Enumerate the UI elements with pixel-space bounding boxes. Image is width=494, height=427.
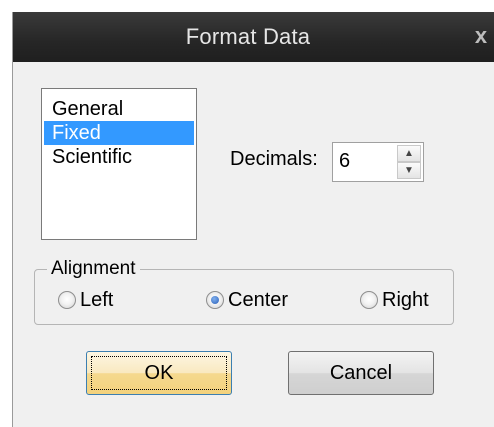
cancel-button[interactable]: Cancel (288, 351, 434, 395)
close-icon[interactable]: x (469, 22, 493, 50)
radio-center[interactable]: Center (206, 288, 288, 312)
title-bar[interactable]: Format Data x (13, 12, 494, 62)
list-item-fixed[interactable]: Fixed (44, 121, 194, 145)
radio-left[interactable]: Left (58, 288, 113, 312)
radio-left-icon[interactable] (58, 291, 76, 309)
radio-center-icon[interactable] (206, 291, 224, 309)
format-listbox[interactable]: General Fixed Scientific (41, 88, 197, 240)
radio-right[interactable]: Right (360, 288, 429, 312)
spin-up-icon[interactable]: ▲ (397, 145, 421, 162)
decimals-label: Decimals: (230, 148, 318, 170)
list-item-general[interactable]: General (42, 97, 196, 121)
radio-right-icon[interactable] (360, 291, 378, 309)
radio-center-label: Center (228, 288, 289, 311)
spin-down-icon[interactable]: ▼ (397, 162, 421, 179)
alignment-legend: Alignment (47, 258, 140, 280)
list-item-scientific[interactable]: Scientific (42, 145, 196, 169)
decimals-spinner[interactable]: 6 ▲ ▼ (332, 142, 424, 182)
radio-right-label: Right (382, 288, 429, 311)
decimals-value[interactable]: 6 (339, 150, 350, 173)
cancel-button-label: Cancel (329, 362, 393, 384)
dialog-title: Format Data (185, 24, 311, 49)
radio-left-label: Left (80, 288, 114, 311)
ok-button[interactable]: OK (86, 351, 232, 395)
ok-button-label: OK (144, 362, 174, 384)
